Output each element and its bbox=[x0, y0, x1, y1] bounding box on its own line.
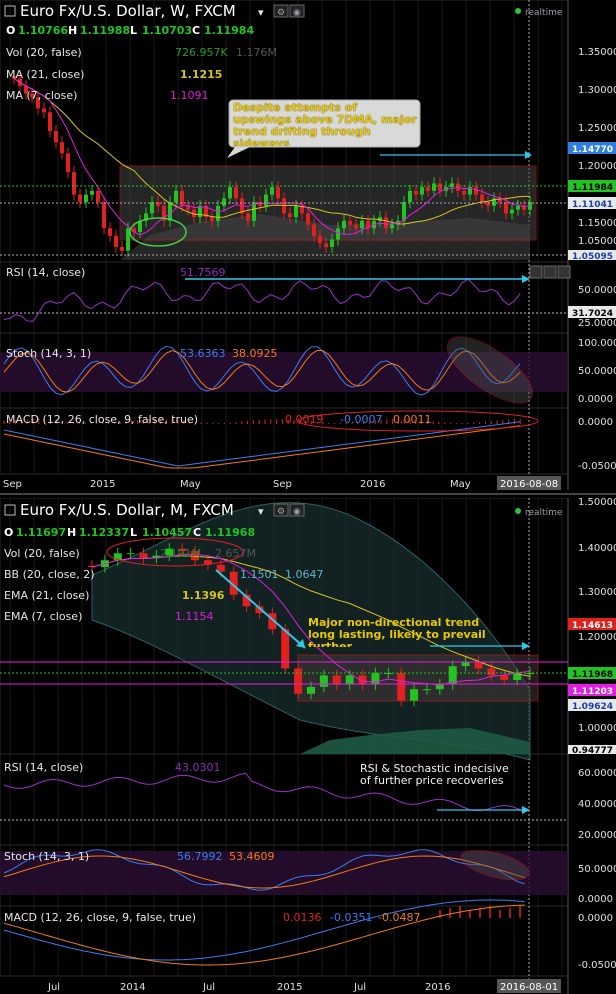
monthly-time-tick-2: 2014 bbox=[120, 982, 145, 993]
monthly-date-tag-text: 2016-08-01 bbox=[500, 982, 558, 993]
collapse-icon[interactable] bbox=[4, 504, 16, 516]
ema21-value: 1.1396 bbox=[182, 589, 225, 602]
l-value: 1.10457 bbox=[142, 526, 192, 539]
h-value: 1.12337 bbox=[79, 526, 129, 539]
o-label: O bbox=[4, 526, 13, 539]
monthly-stoch-tick-1: 50.0000 bbox=[578, 864, 616, 875]
monthly-rsi-tick-1: 60.0000 bbox=[578, 768, 616, 779]
monthly-stoch-tick-2: 0.0000 bbox=[578, 894, 613, 905]
monthly-price-tag-4-text: 1.09624 bbox=[572, 702, 613, 712]
vol-label[interactable]: Vol (20, false) bbox=[4, 547, 80, 560]
c-label: C bbox=[193, 526, 201, 539]
rsi-note-text: RSI & Stochastic indecisive of further p… bbox=[360, 763, 509, 787]
realtime-label: realtime bbox=[525, 508, 563, 518]
monthly-price-tag-2-text: 1.11968 bbox=[572, 670, 613, 680]
monthly-price-tag-5-text: 0.94777 bbox=[572, 746, 613, 756]
ema7-value: 1.1154 bbox=[175, 610, 214, 623]
rsi-label[interactable]: RSI (14, close) bbox=[4, 761, 83, 774]
monthly-chart-labels: Euro Fx/U.S. Dollar, M, FXCM ▾ ⚙ ◉ realt… bbox=[4, 497, 616, 993]
monthly-annotation-text: Major non-directional trend long lasting… bbox=[308, 617, 486, 647]
c-value: 1.11968 bbox=[205, 526, 255, 539]
ema7-label[interactable]: EMA (7, close) bbox=[4, 610, 82, 623]
macd-value-1: 0.0136 bbox=[283, 911, 322, 924]
monthly-macd-tick-2: -0.0500 bbox=[578, 960, 616, 971]
vol-value-1: 2.191M bbox=[160, 547, 201, 560]
monthly-price-tick-1: 1.50000 bbox=[578, 497, 616, 508]
eye-icon[interactable]: ◉ bbox=[289, 503, 305, 517]
bb-value-2: 1.0647 bbox=[285, 568, 324, 581]
monthly-price-tag-1-text: 1.14613 bbox=[572, 621, 613, 631]
bb-value-1: 1.1501 bbox=[240, 568, 279, 581]
realtime-dot bbox=[515, 508, 521, 514]
svg-text:◉: ◉ bbox=[293, 507, 301, 517]
bb-label[interactable]: BB (20, close, 2) bbox=[4, 568, 95, 581]
monthly-title: Euro Fx/U.S. Dollar, M, FXCM bbox=[20, 501, 234, 519]
stoch-k-value: 56.7992 bbox=[177, 850, 223, 863]
monthly-rsi-tick-3: 20.0000 bbox=[578, 830, 616, 841]
stoch-label[interactable]: Stoch (14, 3, 1) bbox=[4, 850, 89, 863]
monthly-price-tick-2: 1.40000 bbox=[578, 543, 616, 554]
ema21-label[interactable]: EMA (21, close) bbox=[4, 589, 89, 602]
monthly-price-tick-5: 1.00000 bbox=[578, 723, 616, 734]
stoch-d-value: 53.4609 bbox=[229, 850, 275, 863]
monthly-macd-tick-1: 0.0000 bbox=[578, 913, 613, 924]
monthly-price-tick-3: 1.30000 bbox=[578, 587, 616, 598]
monthly-time-tick-5: Jul bbox=[353, 982, 366, 993]
o-value: 1.11697 bbox=[16, 526, 66, 539]
macd-value-3: -0.0487 bbox=[378, 911, 420, 924]
l-label: L bbox=[130, 526, 137, 539]
monthly-time-tick-1: Jul bbox=[47, 982, 60, 993]
macd-label[interactable]: MACD (12, 26, close, 9, false, true) bbox=[4, 911, 196, 924]
monthly-price-tag-3-text: 1.11203 bbox=[572, 687, 613, 697]
monthly-time-tick-4: 2015 bbox=[277, 982, 302, 993]
rsi-value: 43.0301 bbox=[175, 761, 221, 774]
vol-value-2: 2.657M bbox=[215, 547, 256, 560]
monthly-time-tick-3: Jul bbox=[202, 982, 215, 993]
title-menu-icon[interactable]: ▾ bbox=[258, 505, 264, 518]
macd-value-2: -0.0351 bbox=[330, 911, 372, 924]
monthly-price-tick-4: 1.20000 bbox=[578, 632, 616, 643]
monthly-time-tick-6: 2016 bbox=[425, 982, 450, 993]
monthly-rsi-tick-2: 40.0000 bbox=[578, 799, 616, 810]
settings-icon[interactable]: ⚙ bbox=[273, 503, 289, 517]
h-label: H bbox=[67, 526, 76, 539]
svg-text:⚙: ⚙ bbox=[277, 507, 285, 517]
